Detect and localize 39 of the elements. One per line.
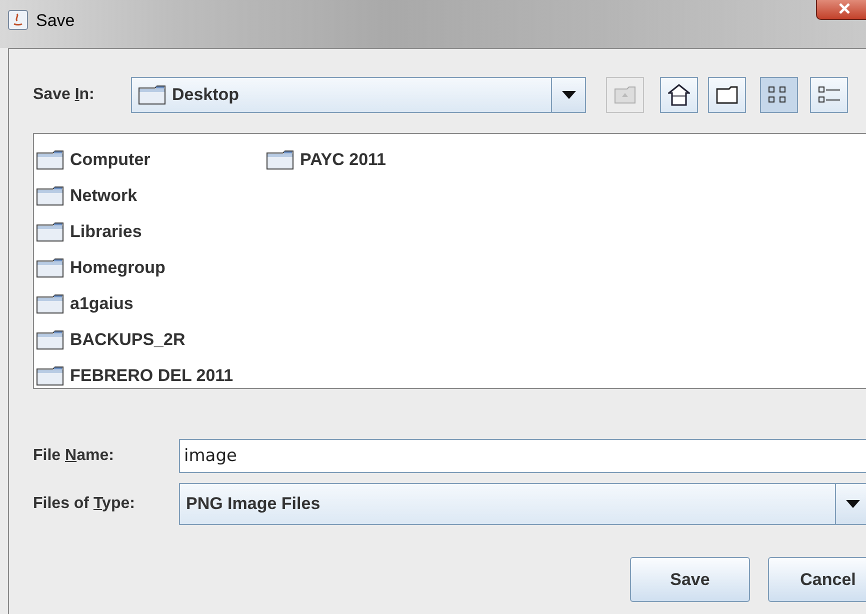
file-list-item[interactable]: Computer [36,148,150,172]
folder-icon [36,186,64,206]
folder-up-icon [614,86,636,104]
file-name-label: File Name: [33,447,115,465]
folder-icon [36,366,64,386]
folder-icon [36,258,64,278]
file-list-item[interactable]: Libraries [36,220,142,244]
folder-icon [36,150,64,170]
file-list-item[interactable]: PAYC 2011 [266,148,386,172]
details-view-icon [818,85,840,105]
app-icon [8,10,28,30]
save-button[interactable]: Save [630,557,750,602]
new-folder-button[interactable] [708,77,746,113]
folder-icon [138,85,166,105]
folder-icon [266,150,294,170]
folder-icon [36,330,64,350]
folder-icon [36,294,64,314]
caret-icon [846,500,860,508]
window-title: Save [36,10,75,32]
list-button[interactable] [760,77,798,113]
file-list-item[interactable]: Homegroup [36,256,166,280]
file-list-item[interactable]: a1gaius [36,292,134,316]
home-button[interactable] [660,77,698,113]
save-in-label: Save In: [33,86,96,104]
close-icon [838,3,850,14]
file-list-item[interactable]: FEBRERO DEL 2011 [36,364,234,388]
file-list-item[interactable]: Network [36,184,138,208]
save-in-dropdown[interactable]: Desktop [131,77,586,113]
home-icon [668,84,690,106]
file-type-label: Files of Type: [33,495,136,513]
file-list-item[interactable]: BACKUPS_2R [36,328,186,352]
details-button[interactable] [810,77,848,113]
file-name-field[interactable]: image [179,439,866,473]
close-button[interactable] [816,0,866,20]
caret-icon [562,91,576,99]
folder-icon [716,86,738,104]
folder-icon [36,222,64,242]
cancel-button[interactable]: Cancel [768,557,866,602]
file-type-dropdown[interactable]: PNG Image Files [179,483,866,525]
